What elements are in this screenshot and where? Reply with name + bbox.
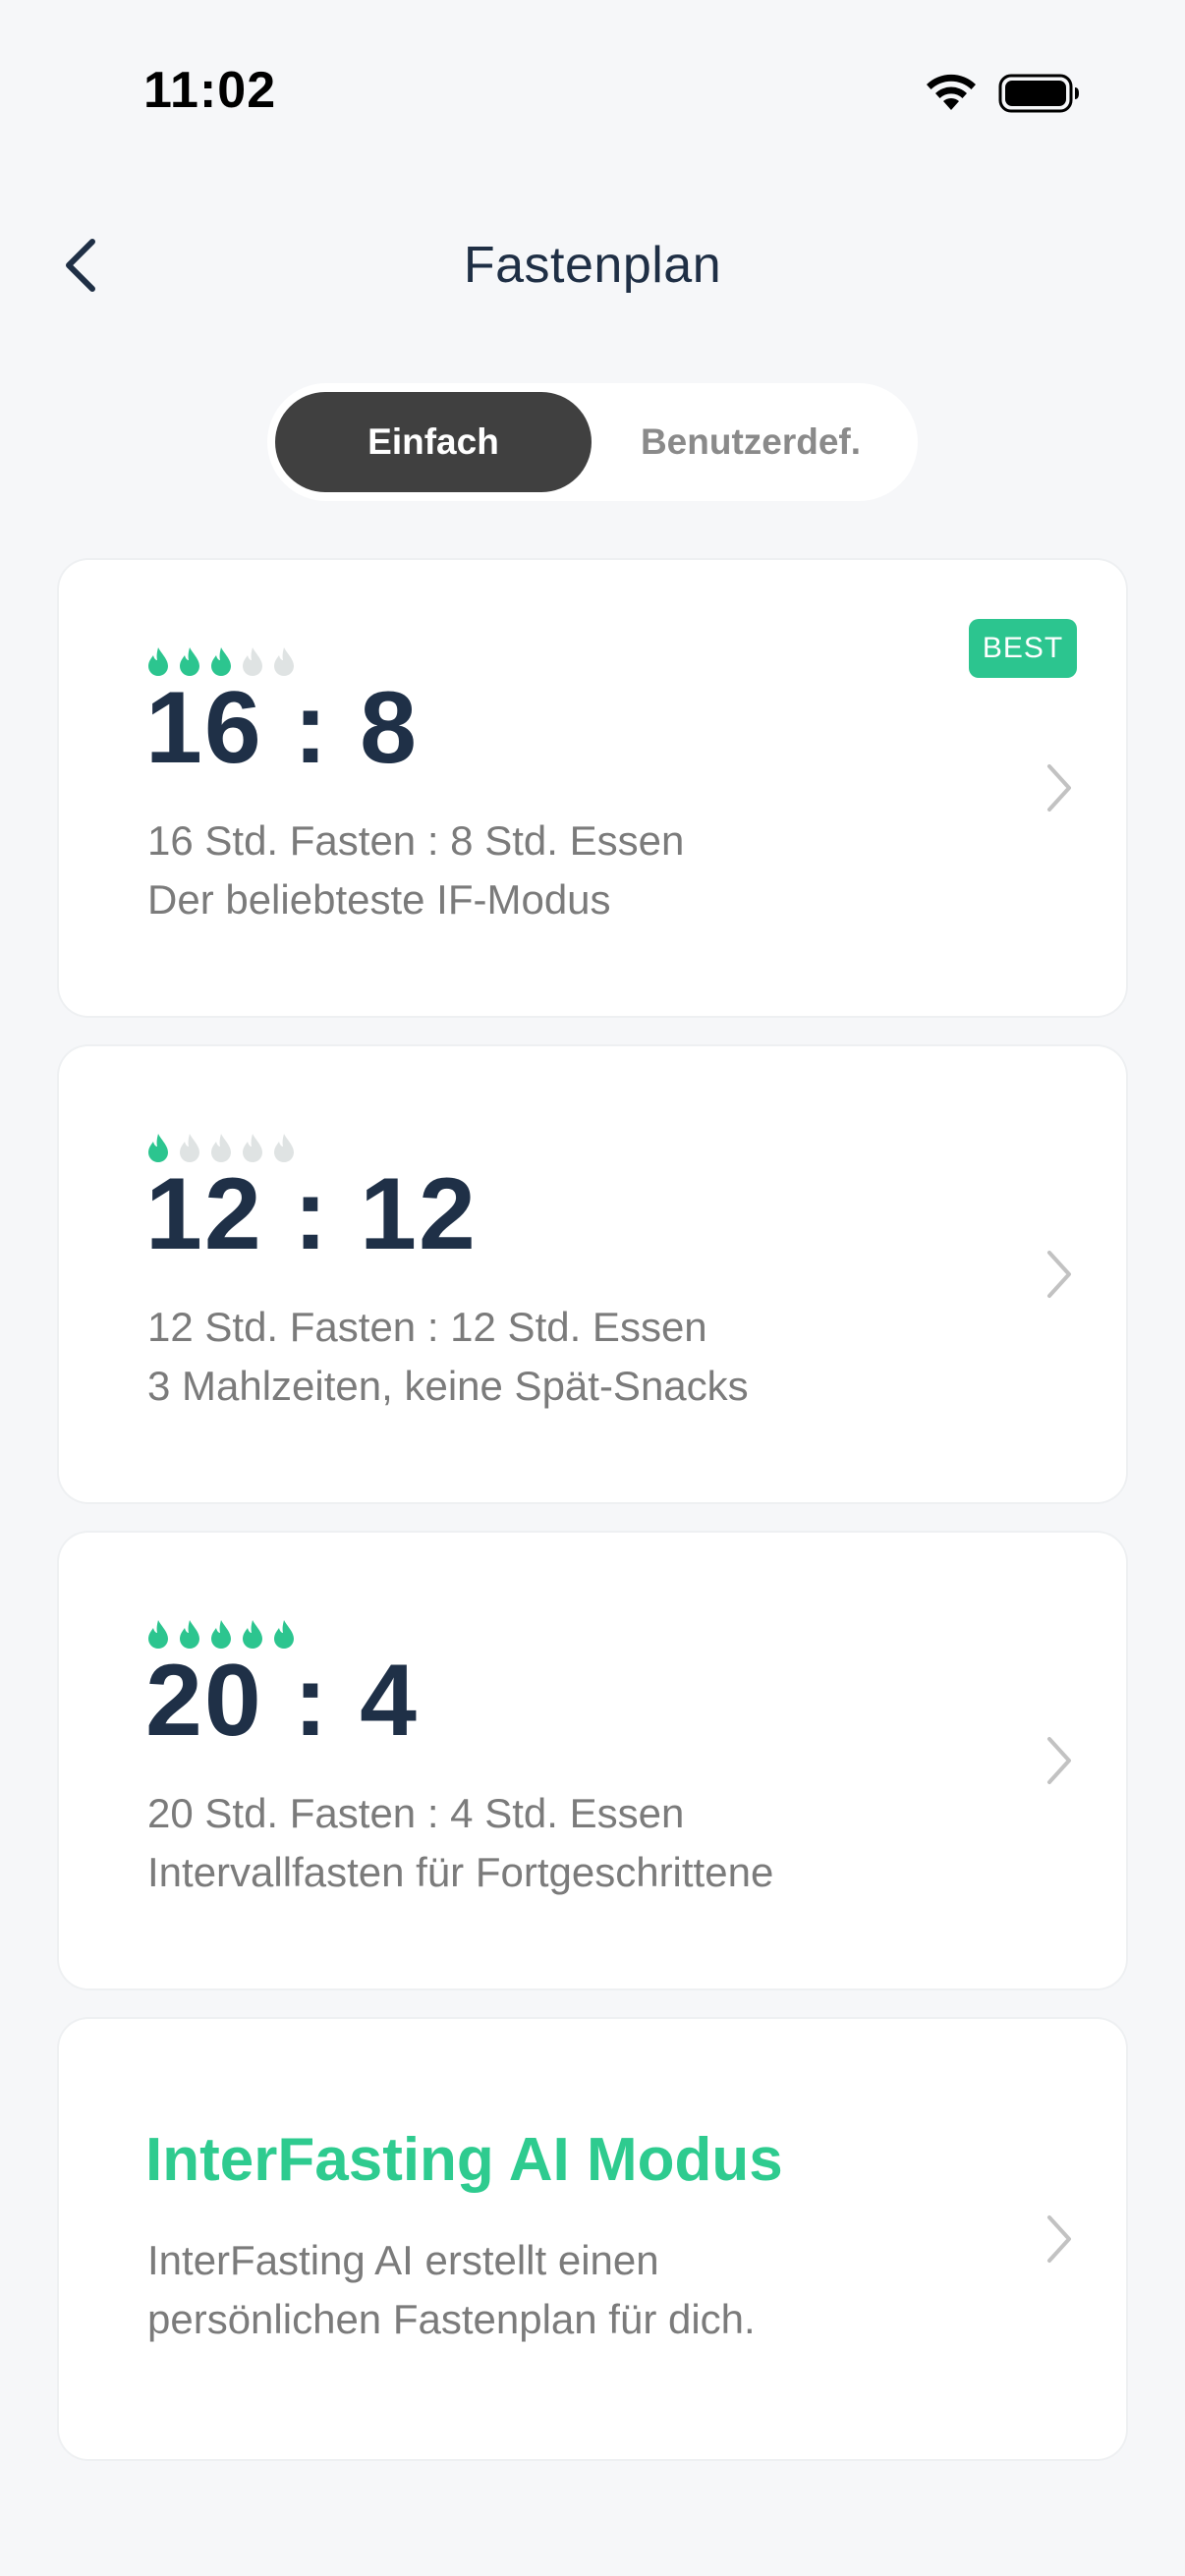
ratio-fasting-hours: 20 bbox=[145, 1644, 263, 1758]
plan-description: 16 Std. Fasten : 8 Std. Essen Der belieb… bbox=[147, 812, 684, 929]
chevron-right-icon bbox=[1047, 1737, 1071, 1784]
chevron-right-icon bbox=[1047, 1251, 1071, 1298]
ai-mode-card[interactable]: InterFasting AI Modus InterFasting AI er… bbox=[59, 2019, 1126, 2459]
plan-card-12-12[interactable]: 12 : 12 12 Std. Fasten : 12 Std. Essen 3… bbox=[59, 1046, 1126, 1502]
ai-mode-description-line2: persönlichen Fastenplan für dich. bbox=[147, 2296, 756, 2342]
ratio-fasting-hours: 16 bbox=[145, 671, 263, 785]
nav-bar: Fastenplan bbox=[0, 206, 1185, 324]
chevron-right-icon bbox=[1047, 764, 1071, 812]
ratio-separator: : bbox=[293, 1644, 330, 1758]
plan-card-20-4[interactable]: 20 : 4 20 Std. Fasten : 4 Std. Essen Int… bbox=[59, 1533, 1126, 1988]
plan-ratio: 20 : 4 bbox=[145, 1643, 419, 1760]
best-badge: BEST bbox=[969, 619, 1077, 678]
plan-ratio: 16 : 8 bbox=[145, 670, 419, 787]
chevron-right-icon bbox=[1047, 2215, 1071, 2263]
plan-card-16-8[interactable]: 16 : 8 16 Std. Fasten : 8 Std. Essen Der… bbox=[59, 560, 1126, 1016]
ratio-fasting-hours: 12 bbox=[145, 1157, 263, 1271]
ratio-separator: : bbox=[293, 671, 330, 785]
plan-ratio: 12 : 12 bbox=[145, 1156, 478, 1273]
ratio-eating-hours: 8 bbox=[360, 671, 419, 785]
tab-benutzerdefiniert[interactable]: Benutzerdef. bbox=[592, 392, 910, 492]
status-bar: 11:02 bbox=[0, 0, 1185, 177]
plan-description: 20 Std. Fasten : 4 Std. Essen Intervallf… bbox=[147, 1784, 773, 1902]
ai-mode-description: InterFasting AI erstellt einen persönlic… bbox=[147, 2231, 756, 2349]
page-title: Fastenplan bbox=[463, 237, 722, 294]
ratio-eating-hours: 12 bbox=[360, 1157, 478, 1271]
status-time: 11:02 bbox=[143, 62, 277, 119]
plan-type-segmented-control: Einfach Benutzerdef. bbox=[267, 383, 918, 501]
ratio-separator: : bbox=[293, 1157, 330, 1271]
wifi-icon bbox=[927, 74, 976, 110]
plan-description-line2: Intervallfasten für Fortgeschrittene bbox=[147, 1849, 774, 1895]
tab-einfach[interactable]: Einfach bbox=[275, 392, 592, 492]
plan-description: 12 Std. Fasten : 12 Std. Essen 3 Mahlzei… bbox=[147, 1298, 749, 1416]
ai-mode-description-line1: InterFasting AI erstellt einen bbox=[147, 2237, 659, 2283]
plan-description-line1: 16 Std. Fasten : 8 Std. Essen bbox=[147, 817, 685, 864]
battery-icon bbox=[998, 74, 1079, 113]
plan-description-line1: 20 Std. Fasten : 4 Std. Essen bbox=[147, 1790, 685, 1836]
ratio-eating-hours: 4 bbox=[360, 1644, 419, 1758]
plan-description-line2: 3 Mahlzeiten, keine Spät-Snacks bbox=[147, 1363, 749, 1409]
plan-description-line1: 12 Std. Fasten : 12 Std. Essen bbox=[147, 1304, 707, 1350]
ai-mode-title: InterFasting AI Modus bbox=[145, 2126, 783, 2194]
plan-description-line2: Der beliebteste IF-Modus bbox=[147, 876, 611, 923]
